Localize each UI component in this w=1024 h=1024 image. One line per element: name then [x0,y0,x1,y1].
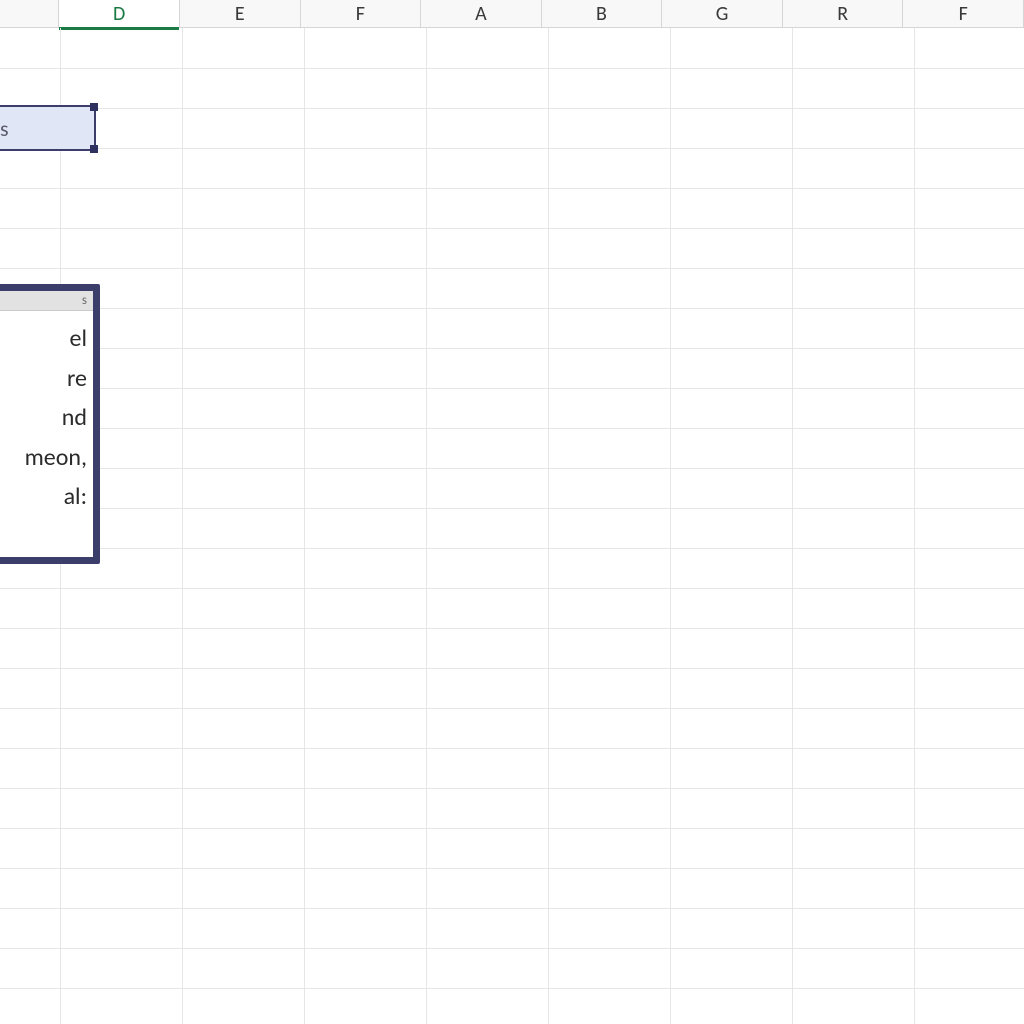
column-header-R[interactable]: R [783,0,904,27]
selection-handle-icon[interactable] [90,103,98,111]
text-box-header: s [0,291,93,311]
text-box[interactable]: s el re nd meon, al: [0,284,100,564]
column-header-F2[interactable]: F [903,0,1024,27]
selection-handle-icon[interactable] [90,145,98,153]
gridlines [0,28,1024,1024]
text-box-header-marker: s [82,293,87,308]
spreadsheet-grid[interactable]: s s el re nd meon, al: [0,28,1024,1024]
text-box-line: re [0,359,87,399]
text-box-body[interactable]: el re nd meon, al: [0,311,93,525]
column-header-A[interactable]: A [421,0,542,27]
column-header-F[interactable]: F [301,0,422,27]
column-header-D[interactable]: D [59,0,180,27]
column-header-partial[interactable] [0,0,59,27]
selected-cell-value: s [0,115,9,142]
column-header-E[interactable]: E [180,0,301,27]
text-box-line: meon, [0,438,87,478]
column-header-G[interactable]: G [662,0,783,27]
text-box-line: al: [0,477,87,517]
column-header-row: D E F A B G R F [0,0,1024,28]
selected-cell[interactable]: s [0,105,96,151]
text-box-line: el [0,319,87,359]
column-header-B[interactable]: B [542,0,663,27]
text-box-line: nd [0,398,87,438]
